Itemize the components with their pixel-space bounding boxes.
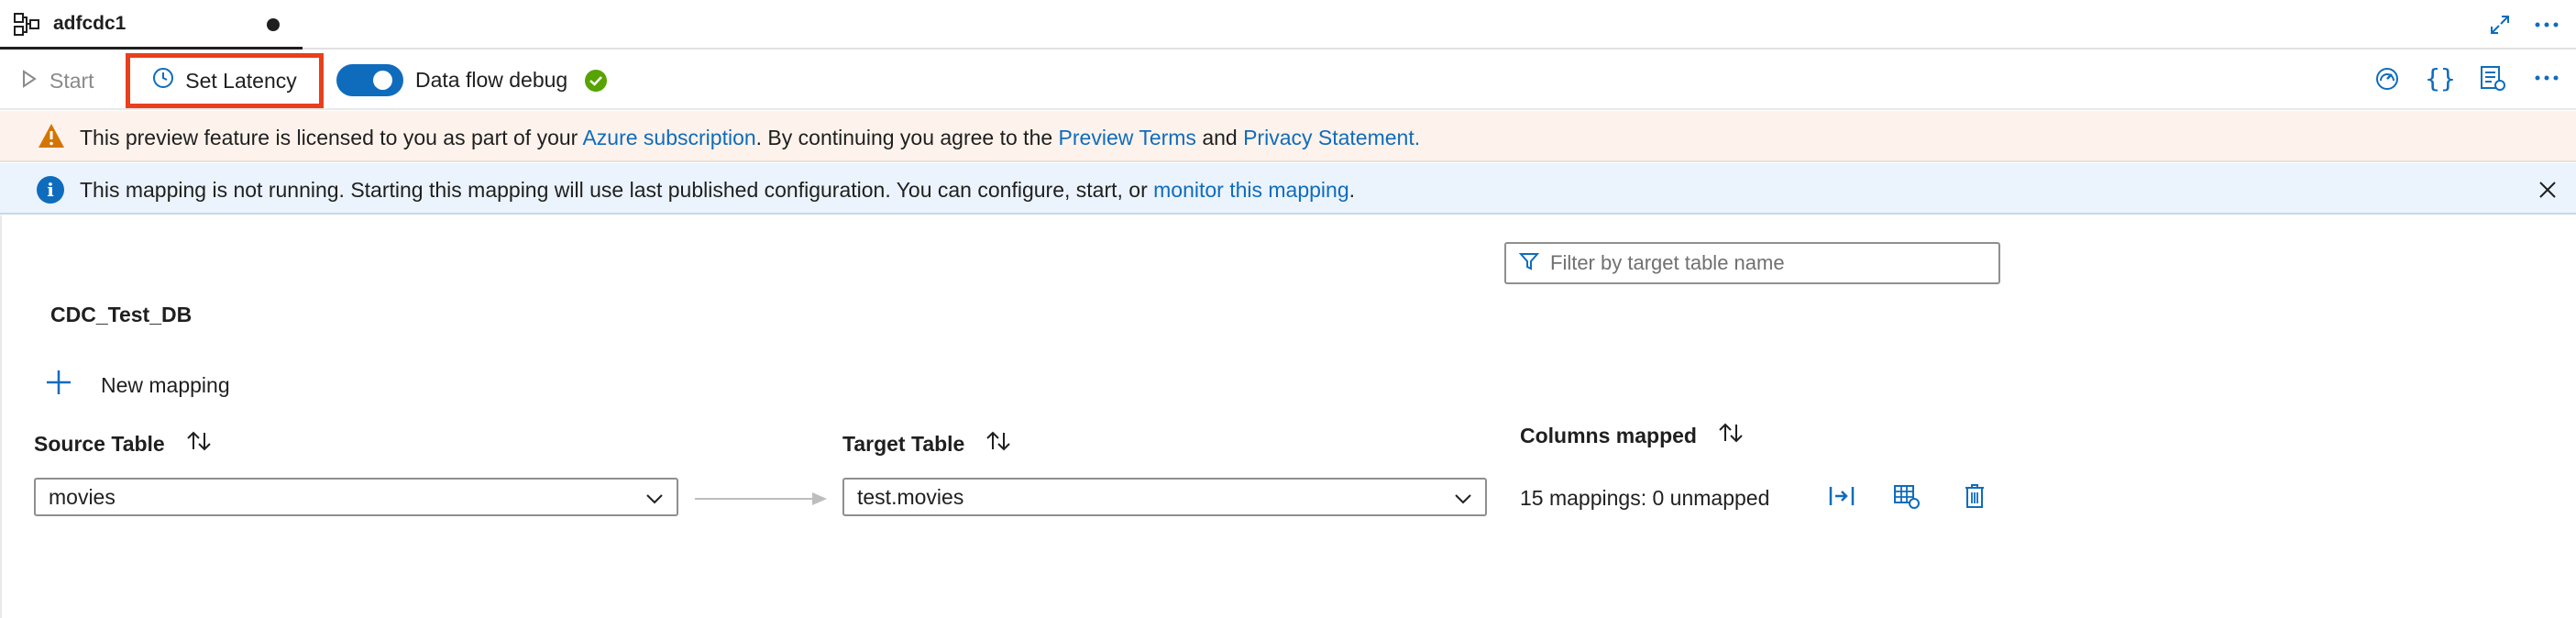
sort-icon[interactable]	[985, 429, 1012, 458]
privacy-statement-link[interactable]: Privacy Statement.	[1243, 126, 1420, 149]
sort-icon[interactable]	[1717, 421, 1745, 450]
new-mapping-button[interactable]: New mapping	[44, 367, 230, 403]
expand-icon[interactable]	[2486, 11, 2514, 39]
preview-terms-link[interactable]: Preview Terms	[1059, 126, 1196, 149]
warning-text-part: and	[1202, 126, 1238, 149]
new-mapping-label: New mapping	[101, 372, 230, 397]
dataflow-icon	[13, 12, 40, 42]
code-icon[interactable]: {}	[2425, 62, 2456, 94]
tab-bar	[0, 0, 2576, 50]
toggle-knob	[373, 71, 392, 90]
target-table-value: test.movies	[857, 484, 964, 509]
warning-text-part: This preview feature is licensed to you …	[80, 126, 578, 149]
table-settings-icon[interactable]	[1891, 480, 1922, 512]
target-table-select[interactable]: test.movies	[842, 478, 1487, 516]
source-table-select[interactable]: movies	[34, 478, 678, 516]
set-latency-button[interactable]: Set Latency	[126, 53, 324, 108]
sort-icon[interactable]	[185, 429, 213, 458]
tab-title: adfcdc1	[53, 13, 127, 34]
delete-icon[interactable]	[1959, 480, 1990, 513]
target-table-header[interactable]: Target Table	[842, 429, 1012, 458]
warning-text: This preview feature is licensed to you …	[80, 126, 1420, 150]
source-table-value: movies	[49, 484, 116, 509]
source-table-header[interactable]: Source Table	[34, 429, 213, 458]
warning-icon	[37, 122, 66, 154]
properties-icon[interactable]	[2478, 63, 2507, 93]
chevron-down-icon	[645, 485, 664, 510]
debug-toggle[interactable]	[336, 64, 403, 96]
plus-icon	[44, 368, 73, 403]
source-table-header-label: Source Table	[34, 431, 165, 456]
columns-mapped-header[interactable]: Columns mapped	[1520, 421, 1745, 450]
unsaved-indicator	[267, 18, 280, 31]
gauge-icon[interactable]	[2373, 64, 2401, 94]
info-text-part: .	[1349, 178, 1356, 202]
info-text-part: This mapping is not running. Starting th…	[80, 178, 1148, 202]
toolbar-more-icon[interactable]	[2533, 64, 2560, 92]
target-table-header-label: Target Table	[842, 431, 965, 456]
monitor-mapping-link[interactable]: monitor this mapping	[1153, 178, 1349, 202]
debug-label: Data flow debug	[415, 68, 568, 92]
start-label: Start	[50, 68, 94, 93]
info-icon: i	[37, 176, 64, 204]
columns-mapped-summary: 15 mappings: 0 unmapped	[1520, 486, 1770, 510]
tab-adfcdc1[interactable]: adfcdc1	[0, 0, 303, 50]
filter-input[interactable]	[1550, 251, 1990, 275]
info-text: This mapping is not running. Starting th…	[80, 178, 1355, 203]
start-button[interactable]: Start	[22, 64, 94, 97]
warning-text-part: . By continuing you agree to the	[755, 126, 1053, 149]
set-latency-label: Set Latency	[185, 68, 297, 93]
arrow-right-icon	[695, 490, 829, 513]
azure-subscription-link[interactable]: Azure subscription	[582, 126, 755, 149]
map-columns-icon[interactable]	[1826, 480, 1857, 512]
play-icon	[22, 69, 37, 94]
database-name: CDC_Test_DB	[50, 303, 193, 326]
checkmark-status-icon	[585, 70, 607, 92]
more-icon[interactable]	[2533, 11, 2560, 39]
filter-field[interactable]	[1504, 242, 2000, 284]
clock-icon	[152, 67, 174, 94]
mapping-content	[0, 215, 2576, 618]
filter-icon	[1518, 251, 1540, 276]
columns-mapped-header-label: Columns mapped	[1520, 423, 1697, 447]
chevron-down-icon	[1454, 485, 1472, 510]
close-icon[interactable]	[2536, 178, 2559, 202]
